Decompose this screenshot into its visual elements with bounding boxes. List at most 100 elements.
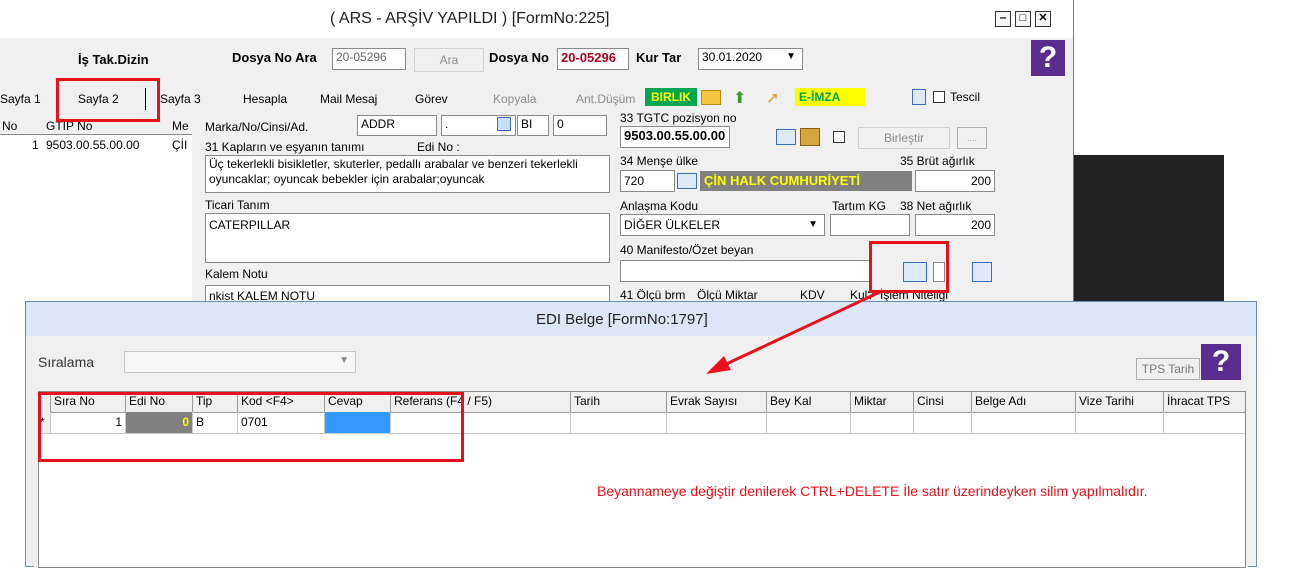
olcu-miktar-label: Ölçü Miktar [697, 288, 758, 302]
box-icon[interactable] [800, 128, 820, 146]
tab-sayfa-3[interactable]: Sayfa 3 [160, 92, 201, 106]
col-header-cinsi[interactable]: Cinsi [914, 392, 972, 412]
kur-tar-value: 30.01.2020 [702, 50, 763, 64]
birlik-badge[interactable]: BIRLIK [645, 88, 697, 106]
export-icon[interactable]: ➚ [766, 88, 779, 108]
annotation-note: Beyannameye değiştir denilerek CTRL+DELE… [597, 483, 1148, 499]
edi-window-title: EDI Belge [FormNo:1797] [536, 311, 708, 328]
gtip-search-icon[interactable] [776, 129, 796, 145]
cell-gtip: 9503.00.55.00.00 [46, 138, 140, 152]
col-header-tarih[interactable]: Tarih [571, 392, 667, 412]
anlasma-value: DİĞER ÜLKELER [624, 218, 721, 232]
cell-belge-adi[interactable] [972, 412, 1076, 434]
folder-icon[interactable] [701, 90, 721, 105]
background-dark-panel [1074, 155, 1224, 301]
tab-ant-dusum[interactable]: Ant.Düşüm [576, 92, 635, 106]
anlasma-dropdown[interactable]: DİĞER ÜLKELER ▼ [620, 214, 825, 236]
main-window-title: ( ARS - ARŞİV YAPILDI ) [FormNo:225] [330, 10, 610, 27]
cell-evrak-sayisi[interactable] [667, 412, 767, 434]
help-icon[interactable]: ? [1031, 40, 1065, 76]
tescil-checkbox[interactable] [933, 91, 945, 103]
tgtc-input[interactable]: 9503.00.55.00.00 [620, 126, 730, 148]
tab-kopyala[interactable]: Kopyala [493, 92, 536, 106]
ticari-tanim-input[interactable]: CATERPILLAR [205, 213, 610, 263]
col-header-no: No [2, 119, 18, 133]
col-header-miktar[interactable]: Miktar [851, 392, 914, 412]
bi-value-input[interactable]: 0 [553, 115, 607, 136]
cell-me: ÇİI [172, 138, 188, 152]
minimize-button[interactable]: ‒ [995, 11, 1011, 27]
is-takip-dizin-button[interactable]: İş Tak.Dizin [78, 52, 149, 67]
dosya-no-ara-input[interactable]: 20-05296 [332, 48, 406, 70]
tartim-label: Tartım KG [832, 199, 887, 213]
tab-sayfa-1[interactable]: Sayfa 1 [0, 92, 41, 106]
table-row[interactable]: 1 9503.00.55.00.00 ÇİI [0, 135, 192, 153]
cell-miktar[interactable] [851, 412, 914, 434]
cell-vize-tarihi[interactable] [1076, 412, 1164, 434]
ara-button[interactable]: Ara [414, 48, 484, 72]
net-label: 38 Net ağırlık [900, 199, 972, 213]
dosya-no-label: Dosya No [489, 50, 549, 65]
mense-code-input[interactable]: 720 [620, 170, 675, 192]
birlestir-button[interactable]: Birleştir [858, 127, 950, 149]
bi-input[interactable]: BI [517, 115, 549, 136]
olcu-brm-label: 41 Ölçü brm [620, 288, 686, 302]
tgtc-label: 33 TGTC pozisyon no [620, 111, 737, 125]
col-header-ihracat-tps[interactable]: İhracat TPS [1164, 392, 1245, 412]
tab-mail-mesaj[interactable]: Mail Mesaj [320, 92, 377, 106]
tps-tarih-button[interactable]: TPS Tarih [1136, 358, 1200, 380]
tanim-textarea[interactable]: Üç tekerlekli bisikletler, skuterler, pe… [205, 155, 610, 193]
mense-label: 34 Menşe ülke [620, 154, 699, 168]
col-header-belge-adi[interactable]: Belge Adı [972, 392, 1076, 412]
more-button[interactable]: .... [957, 127, 987, 149]
cell-no: 1 [32, 138, 39, 152]
kaplar-label: 31 Kapların ve eşyanın tanımı [205, 140, 365, 154]
anlasma-label: Anlaşma Kodu [620, 199, 699, 213]
mense-search-icon[interactable] [677, 173, 697, 189]
upload-icon[interactable]: ⬆ [733, 88, 746, 108]
kur-tar-dropdown[interactable]: 30.01.2020 ▼ [698, 48, 803, 70]
brut-input[interactable]: 200 [915, 170, 995, 192]
tgtc-checkbox[interactable] [833, 131, 845, 143]
col-header-vize-tarihi[interactable]: Vize Tarihi [1076, 392, 1164, 412]
tab-gorev[interactable]: Görev [415, 92, 448, 106]
siralama-label: Sıralama [38, 354, 95, 370]
maximize-button[interactable]: □ [1015, 11, 1031, 27]
close-button[interactable]: ✕ [1035, 11, 1051, 27]
cell-bey-kal[interactable] [767, 412, 851, 434]
highlight-box-sayfa2 [56, 78, 160, 122]
highlight-box-edi-row [38, 392, 464, 462]
siralama-dropdown[interactable]: ▼ [124, 351, 356, 373]
document-icon[interactable] [912, 89, 926, 105]
manifesto-input[interactable] [620, 260, 870, 282]
cell-ihracat-tps[interactable] [1164, 412, 1245, 434]
mense-name: ÇİN HALK CUMHURİYETİ [700, 171, 912, 191]
marka-label: Marka/No/Cinsi/Ad. [205, 120, 309, 134]
chevron-down-icon: ▼ [339, 355, 349, 366]
chevron-down-icon: ▼ [808, 219, 818, 230]
edit-icon[interactable] [497, 117, 511, 131]
main-title-bar: ( ARS - ARŞİV YAPILDI ) [FormNo:225] ‒ □… [0, 0, 1073, 38]
tab-hesapla[interactable]: Hesapla [243, 92, 287, 106]
info-icon[interactable] [972, 262, 992, 282]
dosya-no-value[interactable]: 20-05296 [557, 48, 629, 70]
col-header-evrak-sayisi[interactable]: Evrak Sayısı [667, 392, 767, 412]
marka-input[interactable]: ADDR [357, 115, 437, 136]
e-imza-badge[interactable]: E-İMZA [795, 88, 865, 106]
ticari-tanim-label: Ticari Tanım [205, 198, 270, 212]
kdv-label: KDV [800, 288, 825, 302]
highlight-box-manifesto [869, 241, 949, 293]
edi-title-bar: EDI Belge [FormNo:1797] [26, 302, 1256, 336]
tescil-label: Tescil [950, 90, 981, 104]
net-input[interactable]: 200 [915, 214, 995, 236]
tartim-input[interactable] [830, 214, 910, 236]
edi-help-icon[interactable]: ? [1201, 344, 1241, 380]
cell-tarih[interactable] [571, 412, 667, 434]
col-header-bey-kal[interactable]: Bey Kal [767, 392, 851, 412]
chevron-down-icon: ▼ [786, 51, 796, 62]
col-header-me: Me [172, 119, 189, 133]
kalem-notu-label: Kalem Notu [205, 267, 268, 281]
cell-cinsi[interactable] [914, 412, 972, 434]
brut-label: 35 Brüt ağırlık [900, 154, 975, 168]
manifesto-label: 40 Manifesto/Özet beyan [620, 243, 754, 257]
